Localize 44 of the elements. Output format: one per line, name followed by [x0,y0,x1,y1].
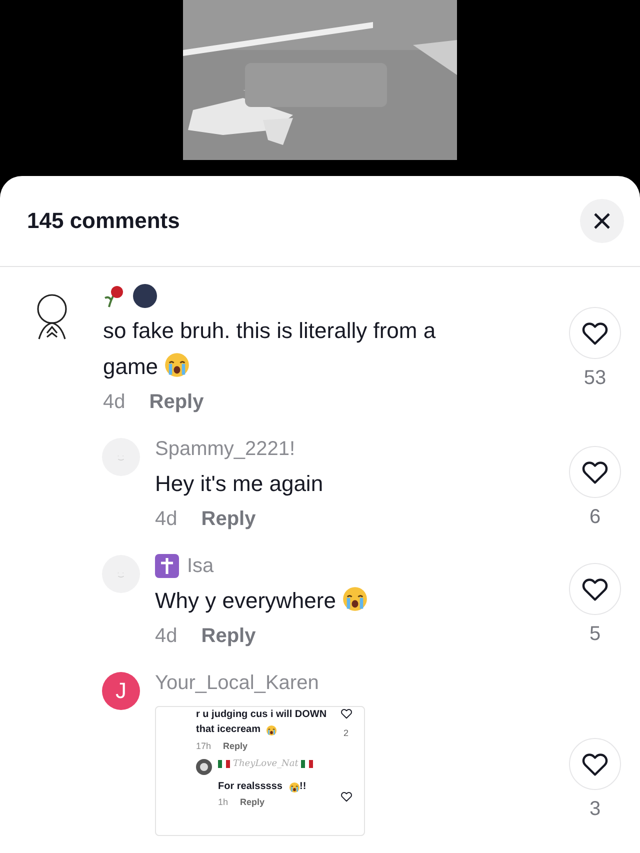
timestamp: 4d [155,625,178,648]
comment-text: so fake bruh. this is literally from a game [103,317,437,381]
comment-text: For realsssss !! [218,781,308,793]
like-count: 3 [589,798,601,821]
like-button[interactable] [569,563,621,615]
comments-title: 145 comments [27,208,180,234]
close-icon [592,211,612,231]
timestamp: 1h [218,797,228,807]
close-button[interactable] [580,199,624,243]
timestamp: 4d [103,391,126,414]
heart-icon [340,707,352,720]
comment-text: Hey it's me again [155,470,324,498]
reply-label: Reply [223,741,248,751]
comment-text: Why y everywhere [155,583,540,619]
username[interactable]: Spammy_2221! [155,438,296,460]
flag-icon [301,760,314,768]
rose-icon [103,284,125,308]
like-count: 2 [343,728,348,738]
comment-text: r u judging cus i will DOWN that icecream [196,708,328,737]
like-button[interactable] [569,307,621,359]
username[interactable]: Isa [187,554,214,578]
reply-button[interactable]: Reply [201,625,256,648]
heart-icon [340,790,352,803]
timestamp: 17h [196,741,212,751]
username[interactable]: Your_Local_Karen [155,672,319,694]
crying-emoji-icon [288,782,300,793]
like-button[interactable] [569,446,621,498]
like-count: 6 [589,506,601,529]
moon-icon [133,284,157,308]
avatar[interactable]: J [102,672,140,710]
like-count: 53 [584,367,606,390]
reply-button[interactable]: Reply [149,391,204,414]
like-count: 5 [589,623,601,646]
reply-button[interactable]: Reply [201,508,256,531]
avatar [196,759,212,775]
crying-emoji-icon [266,725,278,736]
reply-label: Reply [240,797,265,807]
crying-emoji-icon [164,352,190,378]
crying-emoji-icon [342,586,368,612]
timestamp: 4d [155,508,178,531]
flag-icon [218,760,230,768]
like-button[interactable] [569,738,621,790]
username: TheyLove_Nat [233,759,298,769]
cross-icon [155,554,179,578]
